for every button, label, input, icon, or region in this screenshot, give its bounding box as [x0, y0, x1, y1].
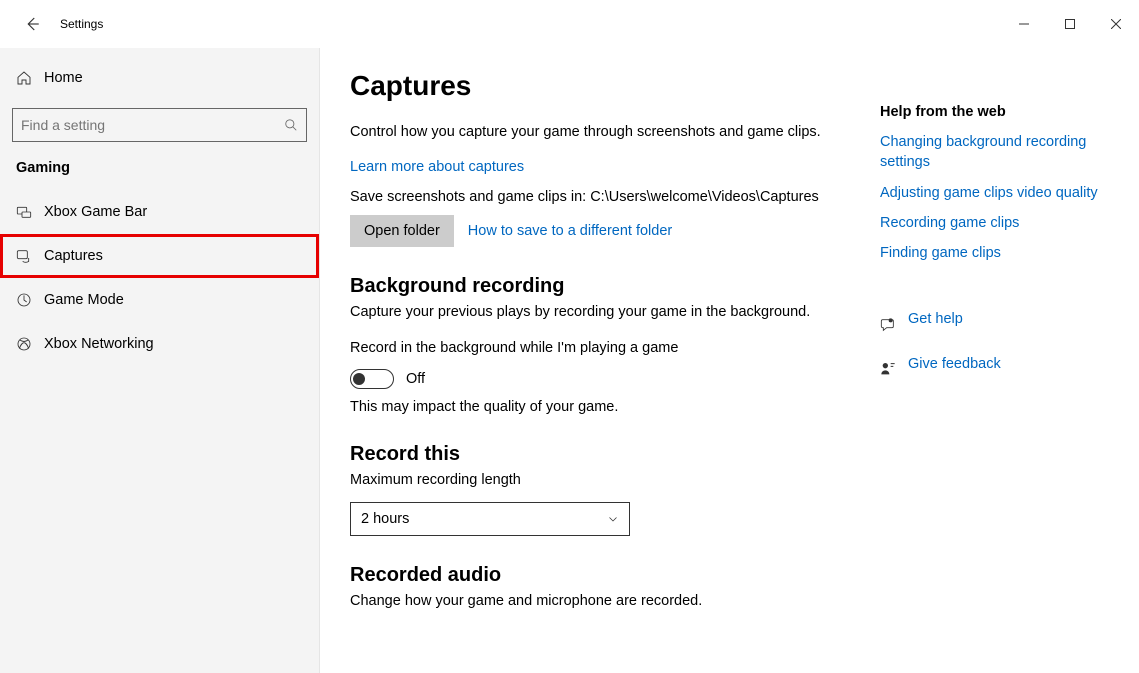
search-input-container[interactable] — [12, 108, 307, 142]
game-bar-icon — [16, 204, 44, 220]
game-mode-icon — [16, 292, 44, 308]
sidebar-home[interactable]: Home — [0, 56, 319, 100]
sidebar-item-xbox-networking[interactable]: Xbox Networking — [0, 322, 319, 366]
background-recording-toggle[interactable] — [350, 369, 394, 389]
sidebar-item-game-mode[interactable]: Game Mode — [0, 278, 319, 322]
max-length-select[interactable]: 2 hours — [350, 502, 630, 536]
help-link-video-quality[interactable]: Adjusting game clips video quality — [880, 183, 1099, 203]
help-link-finding-clips[interactable]: Finding game clips — [880, 243, 1099, 263]
sidebar-home-label: Home — [44, 70, 83, 86]
save-path-value: C:\Users\welcome\Videos\Captures — [590, 189, 819, 205]
save-path-line: Save screenshots and game clips in: C:\U… — [350, 189, 840, 205]
toggle-state-label: Off — [406, 371, 425, 387]
feedback-icon — [880, 361, 908, 377]
titlebar: Settings — [0, 0, 1139, 48]
max-length-label: Maximum recording length — [350, 470, 840, 492]
maximize-button[interactable] — [1047, 8, 1093, 40]
sidebar-item-label: Xbox Game Bar — [44, 204, 147, 220]
home-icon — [16, 70, 44, 86]
get-help-action[interactable]: Get help — [880, 309, 1099, 339]
maximize-icon — [1065, 19, 1075, 29]
background-recording-sub: Capture your previous plays by recording… — [350, 302, 840, 324]
arrow-left-icon — [23, 15, 41, 33]
learn-more-link[interactable]: Learn more about captures — [350, 159, 524, 175]
main-content: Captures Control how you capture your ga… — [350, 70, 860, 653]
save-path-prefix: Save screenshots and game clips in: — [350, 189, 590, 205]
record-this-heading: Record this — [350, 443, 840, 466]
help-link-recording-clips[interactable]: Recording game clips — [880, 213, 1099, 233]
search-input[interactable] — [21, 117, 284, 133]
sidebar-item-label: Game Mode — [44, 292, 124, 308]
give-feedback-link[interactable]: Give feedback — [908, 354, 1001, 374]
open-folder-button[interactable]: Open folder — [350, 215, 454, 247]
sidebar-item-label: Xbox Networking — [44, 336, 154, 352]
sidebar-section-heading: Gaming — [0, 156, 319, 190]
close-icon — [1111, 19, 1121, 29]
max-length-value: 2 hours — [361, 511, 409, 527]
minimize-icon — [1019, 19, 1029, 29]
give-feedback-action[interactable]: Give feedback — [880, 354, 1099, 384]
page-title: Captures — [350, 70, 840, 102]
how-to-save-link[interactable]: How to save to a different folder — [468, 223, 672, 239]
background-recording-heading: Background recording — [350, 275, 840, 298]
get-help-link[interactable]: Get help — [908, 309, 963, 329]
xbox-icon — [16, 336, 44, 352]
back-button[interactable] — [12, 4, 52, 44]
page-intro: Control how you capture your game throug… — [350, 122, 840, 144]
sidebar-item-captures[interactable]: Captures — [0, 234, 319, 278]
minimize-button[interactable] — [1001, 8, 1047, 40]
help-sidebar: Help from the web Changing background re… — [860, 70, 1099, 653]
help-link-bg-recording[interactable]: Changing background recording settings — [880, 132, 1099, 173]
window-title: Settings — [60, 17, 103, 31]
captures-icon — [16, 248, 44, 264]
help-icon — [880, 317, 908, 333]
help-heading: Help from the web — [880, 104, 1099, 120]
recorded-audio-heading: Recorded audio — [350, 564, 840, 587]
background-toggle-label: Record in the background while I'm playi… — [350, 338, 840, 360]
sidebar-item-xbox-game-bar[interactable]: Xbox Game Bar — [0, 190, 319, 234]
chevron-down-icon — [607, 513, 619, 525]
recorded-audio-sub: Change how your game and microphone are … — [350, 591, 840, 613]
background-recording-note: This may impact the quality of your game… — [350, 399, 840, 415]
toggle-knob — [353, 373, 365, 385]
search-icon — [284, 118, 298, 132]
sidebar-item-label: Captures — [44, 248, 103, 264]
sidebar: Home Gaming Xbox Game Bar Captures Game … — [0, 48, 320, 673]
close-button[interactable] — [1093, 8, 1139, 40]
